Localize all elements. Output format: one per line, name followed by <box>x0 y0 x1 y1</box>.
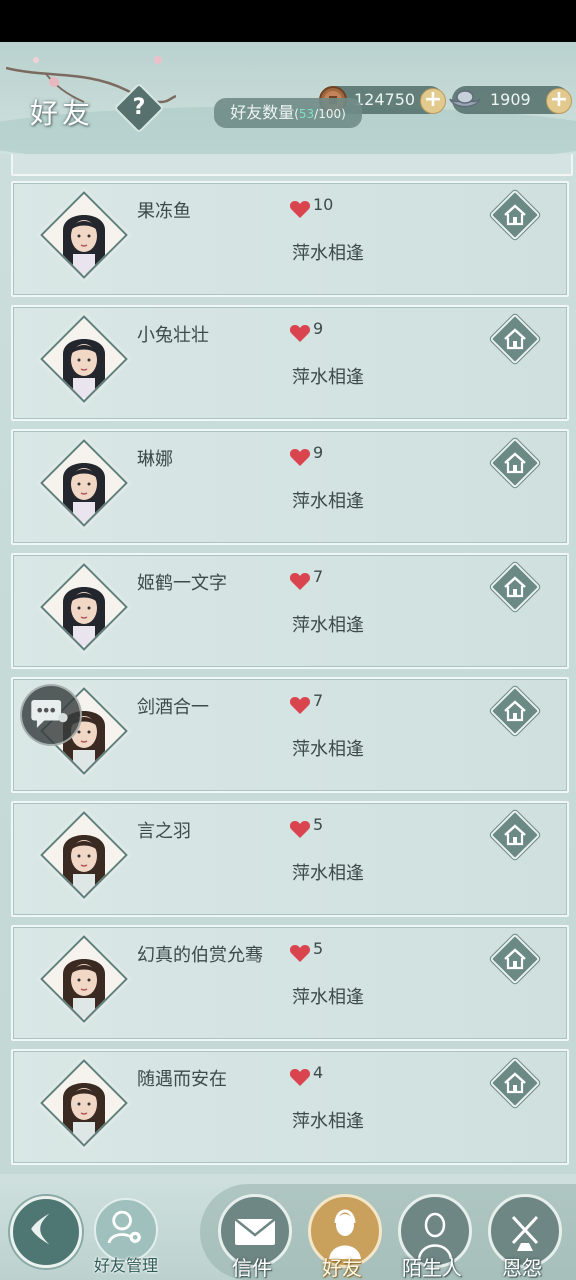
male-portrait-icon <box>45 816 123 894</box>
female-portrait-icon <box>45 568 123 646</box>
friend-name: 姬鹤一文字 <box>137 573 227 594</box>
heart-icon <box>289 573 311 590</box>
friend-name: 剑酒合一 <box>137 697 209 718</box>
relation-status: 萍水相逢 <box>292 987 364 1008</box>
visit-home-button[interactable] <box>489 313 541 365</box>
help-icon: ? <box>132 95 146 120</box>
avatar[interactable] <box>40 439 128 527</box>
heart-icon <box>289 325 311 342</box>
avatar[interactable] <box>40 563 128 651</box>
avatar[interactable] <box>40 1059 128 1147</box>
home-icon <box>504 452 526 474</box>
tab-label: 恩怨 <box>502 1256 542 1280</box>
heart-icon <box>289 945 311 962</box>
silver-balance: 1909 + <box>449 86 572 114</box>
friend-count-label: 好友数量 <box>230 103 295 122</box>
relation-status: 萍水相逢 <box>292 615 364 636</box>
friend-count-current: 53 <box>298 107 315 121</box>
friend-name: 琳娜 <box>137 449 173 470</box>
home-icon <box>504 204 526 226</box>
friend-management-label: 好友管理 <box>93 1256 158 1275</box>
friend-card[interactable]: 果冻鱼 10 萍水相逢 <box>11 181 569 297</box>
female-portrait-icon <box>45 320 123 398</box>
avatar[interactable] <box>40 935 128 1023</box>
favor-value: 10 <box>313 195 334 214</box>
friend-card-partial <box>11 154 573 176</box>
home-icon <box>504 824 526 846</box>
favor-value: 7 <box>313 691 324 710</box>
add-coins-button[interactable]: + <box>420 88 446 114</box>
friend-card[interactable]: 小兔壮壮 9 萍水相逢 <box>11 305 569 421</box>
male-portrait-icon <box>45 940 123 1018</box>
silver-value: 1909 <box>490 90 531 109</box>
friend-card[interactable]: 随遇而安在 4 萍水相逢 <box>11 1049 569 1165</box>
favor-value: 7 <box>313 567 324 586</box>
friend-name: 果冻鱼 <box>137 201 191 222</box>
status-bar <box>0 0 576 42</box>
heart-icon <box>289 821 311 838</box>
friend-name: 小兔壮壮 <box>137 325 209 346</box>
friend-name: 言之羽 <box>137 821 191 842</box>
relation-status: 萍水相逢 <box>292 863 364 884</box>
tab-label: 信件 <box>232 1256 272 1280</box>
tab-label: 陌生人 <box>402 1256 462 1280</box>
home-icon <box>504 700 526 722</box>
heart-icon <box>289 1069 311 1086</box>
friend-list[interactable]: 果冻鱼 10 萍水相逢 小兔壮壮 9 萍水相逢 琳娜 9 萍水相逢 姬鹤一文字 7 萍水相逢 剑酒合一 7… <box>0 154 576 1174</box>
relation-status: 萍水相逢 <box>292 739 364 760</box>
avatar[interactable] <box>40 315 128 403</box>
page-title: 好友 <box>30 97 95 130</box>
friend-management-icon <box>107 1210 141 1244</box>
home-icon <box>504 1072 526 1094</box>
add-silver-button[interactable]: + <box>546 88 572 114</box>
silver-ingot-icon <box>449 90 481 108</box>
relation-status: 萍水相逢 <box>292 367 364 388</box>
relation-status: 萍水相逢 <box>292 1111 364 1132</box>
female-portrait-icon <box>45 444 123 522</box>
home-icon <box>504 328 526 350</box>
favor-value: 9 <box>313 319 324 338</box>
friend-name: 幻真的伯赏允骞 <box>137 945 263 966</box>
friend-card[interactable]: 幻真的伯赏允骞 5 萍水相逢 <box>11 925 569 1041</box>
visit-home-button[interactable] <box>489 933 541 985</box>
heart-icon <box>289 697 311 714</box>
back-arrow-icon <box>31 1213 50 1245</box>
friend-card[interactable]: 剑酒合一 7 萍水相逢 <box>11 677 569 793</box>
female-portrait-icon <box>45 196 123 274</box>
back-button[interactable] <box>10 1196 82 1268</box>
favor-value: 5 <box>313 939 324 958</box>
friend-card[interactable]: 言之羽 5 萍水相逢 <box>11 801 569 917</box>
home-icon <box>504 576 526 598</box>
friend-count-badge: 好友数量(53/100) <box>214 98 362 128</box>
relation-status: 萍水相逢 <box>292 243 364 264</box>
visit-home-button[interactable] <box>489 809 541 861</box>
male-portrait-icon <box>45 1064 123 1142</box>
visit-home-button[interactable] <box>489 189 541 241</box>
favor-value: 9 <box>313 443 324 462</box>
copper-coin-value: 124750 <box>354 90 416 109</box>
visit-home-button[interactable] <box>489 437 541 489</box>
friend-card[interactable]: 琳娜 9 萍水相逢 <box>11 429 569 545</box>
visit-home-button[interactable] <box>489 685 541 737</box>
home-icon <box>504 948 526 970</box>
avatar[interactable] <box>40 191 128 279</box>
chat-icon <box>31 699 68 728</box>
friend-card[interactable]: 姬鹤一文字 7 萍水相逢 <box>11 553 569 669</box>
chat-bubble-button[interactable] <box>20 684 82 746</box>
favor-value: 4 <box>313 1063 324 1082</box>
relation-status: 萍水相逢 <box>292 491 364 512</box>
avatar[interactable] <box>40 811 128 899</box>
favor-value: 5 <box>313 815 324 834</box>
visit-home-button[interactable] <box>489 1057 541 1109</box>
friend-count-max: 100 <box>318 107 342 121</box>
visit-home-button[interactable] <box>489 561 541 613</box>
heart-icon <box>289 201 311 218</box>
friend-name: 随遇而安在 <box>137 1069 227 1090</box>
tab-label: 好友 <box>322 1256 362 1280</box>
bottom-nav: 好友管理 信件 好友 陌生人 恩怨 <box>0 1174 576 1280</box>
heart-icon <box>289 449 311 466</box>
